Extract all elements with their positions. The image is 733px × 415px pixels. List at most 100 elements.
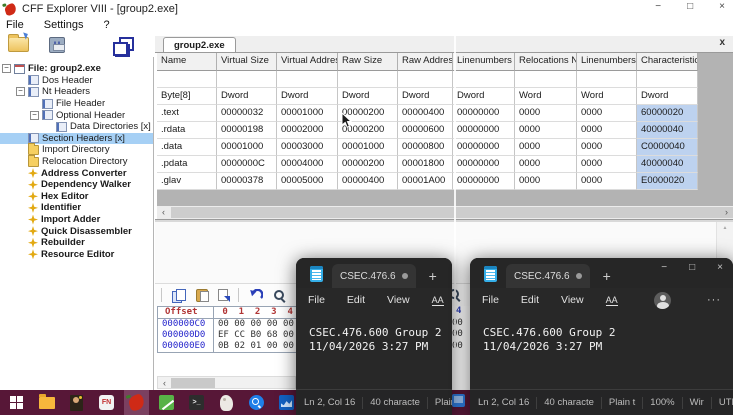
table-cell[interactable]: 60000020 xyxy=(637,105,698,122)
notepad-menu-view[interactable]: View xyxy=(561,294,584,306)
column-header-raw-size[interactable]: Raw Size xyxy=(338,53,398,71)
table-cell[interactable]: 00000400 xyxy=(398,105,453,122)
table-cell[interactable]: 0000 xyxy=(577,105,637,122)
hex-bytes[interactable]: 00 00 00 00 00 0 xyxy=(214,319,305,330)
taskbar-icon-cff-explorer[interactable] xyxy=(124,390,149,415)
undo-icon[interactable] xyxy=(249,288,263,302)
table-cell[interactable]: Dword xyxy=(338,88,398,105)
notepad-menu-view[interactable]: View xyxy=(387,294,410,306)
sidebar-item-optional-header[interactable]: − Optional Header xyxy=(0,109,153,121)
table-cell[interactable]: .pdata xyxy=(157,156,217,173)
table-cell[interactable] xyxy=(453,71,515,88)
save-file-icon[interactable]: H xyxy=(49,36,65,53)
sidebar-item-dependency-walker[interactable]: Dependency Walker xyxy=(0,179,153,191)
column-header-characteristics[interactable]: Characteristics xyxy=(637,53,698,71)
sidebar-item-nt-headers[interactable]: − Nt Headers xyxy=(0,86,153,98)
tree-expander-icon[interactable]: − xyxy=(2,64,11,74)
sidebar-item-section-headers-x[interactable]: Section Headers [x] xyxy=(0,132,153,145)
search-icon[interactable] xyxy=(273,289,285,301)
table-cell[interactable]: 00000400 xyxy=(338,173,398,190)
sidebar-item-file-group2-exe[interactable]: − File: group2.exe xyxy=(0,63,153,75)
hex-horizontal-scrollbar[interactable]: ‹ xyxy=(157,376,296,389)
hex-bytes[interactable]: 0B 02 01 00 00 2 xyxy=(214,341,305,352)
hex-row[interactable]: 000000D0 EF CC B0 68 00 0 xyxy=(158,330,308,341)
table-cell[interactable]: 0000 xyxy=(577,156,637,173)
notepad-menu-edit[interactable]: Edit xyxy=(521,294,539,306)
taskbar-icon-green-editor[interactable] xyxy=(158,390,175,415)
table-cell[interactable]: 00005000 xyxy=(277,173,338,190)
scroll-left-icon[interactable]: ‹ xyxy=(158,377,171,390)
more-options-icon[interactable]: ··· xyxy=(707,294,721,306)
taskbar-icon-white-figure-app[interactable] xyxy=(218,390,235,415)
taskbar-icon-terminal[interactable]: >_ xyxy=(188,390,205,415)
table-cell[interactable]: 0000 xyxy=(515,122,577,139)
sidebar-item-identifier[interactable]: Identifier xyxy=(0,202,153,214)
table-cell[interactable]: Dword xyxy=(637,88,698,105)
table-cell[interactable]: .rdata xyxy=(157,122,217,139)
maximize-button[interactable]: □ xyxy=(689,262,695,273)
table-cell[interactable]: 00001000 xyxy=(217,139,277,156)
maximize-button[interactable]: □ xyxy=(687,1,693,12)
table-cell[interactable]: 0000 xyxy=(515,105,577,122)
column-header-raw-address[interactable]: Raw Address xyxy=(398,53,453,71)
scrollbar-thumb[interactable] xyxy=(171,378,215,388)
scroll-right-icon[interactable]: › xyxy=(720,206,733,219)
table-cell[interactable]: 00000000 xyxy=(453,156,515,173)
column-header-linenumbers[interactable]: Linenumbers ... xyxy=(577,53,637,71)
table-cell[interactable]: E0000020 xyxy=(637,173,698,190)
table-cell[interactable]: 00000800 xyxy=(398,139,453,156)
scrollbar-thumb[interactable] xyxy=(171,207,733,218)
tab-group2-exe[interactable]: group2.exe xyxy=(163,37,236,52)
table-cell[interactable]: 00000200 xyxy=(338,156,398,173)
notepad-text-area[interactable]: CSEC.476.600 Group 2 11/04/2026 3:27 PM xyxy=(470,312,733,354)
table-cell[interactable]: 00000000 xyxy=(453,105,515,122)
fill-icon[interactable] xyxy=(218,289,230,302)
font-settings-icon[interactable]: AA xyxy=(431,295,444,306)
table-cell[interactable]: 00000000 xyxy=(453,173,515,190)
taskbar-icon-monitor-app[interactable] xyxy=(278,390,295,415)
table-cell[interactable]: .text xyxy=(157,105,217,122)
table-cell[interactable]: 40000040 xyxy=(637,156,698,173)
sidebar-item-file-header[interactable]: File Header xyxy=(0,98,153,110)
column-header-name[interactable]: Name xyxy=(157,53,217,71)
table-cell[interactable]: 00002000 xyxy=(277,122,338,139)
paste-icon[interactable] xyxy=(196,288,209,302)
sidebar-item-quick-disassembler[interactable]: Quick Disassembler xyxy=(0,225,153,237)
table-cell[interactable]: 0000 xyxy=(577,122,637,139)
tree-expander-icon[interactable]: − xyxy=(30,110,39,120)
notepad-menu-file[interactable]: File xyxy=(482,294,499,306)
table-cell[interactable]: 00000000 xyxy=(453,139,515,156)
notepad-menu-file[interactable]: File xyxy=(308,294,325,306)
table-cell[interactable]: 0000 xyxy=(577,139,637,156)
cascade-windows-icon[interactable] xyxy=(113,36,134,56)
table-cell[interactable]: 00001A00 xyxy=(398,173,453,190)
table-cell[interactable]: 00000000 xyxy=(453,122,515,139)
sidebar-item-import-directory[interactable]: Import Directory xyxy=(0,142,153,156)
sidebar-item-data-directories-x[interactable]: Data Directories [x] xyxy=(0,121,153,133)
notepad-tab[interactable]: CSEC.476.6 xyxy=(506,264,590,288)
table-cell[interactable] xyxy=(157,71,217,88)
column-header-virtual-address[interactable]: Virtual Address xyxy=(277,53,338,71)
table-cell[interactable]: 00001000 xyxy=(338,139,398,156)
table-horizontal-scrollbar[interactable]: ‹ › xyxy=(157,206,733,219)
new-tab-button[interactable]: + xyxy=(429,269,437,283)
table-cell[interactable]: 0000000C xyxy=(217,156,277,173)
sidebar-item-rebuilder[interactable]: Rebuilder xyxy=(0,237,153,249)
table-cell[interactable] xyxy=(515,71,577,88)
taskbar-icon-blue-window[interactable] xyxy=(452,394,465,407)
hex-bytes[interactable]: EF CC B0 68 00 0 xyxy=(214,330,305,341)
table-cell[interactable]: Word xyxy=(577,88,637,105)
taskbar-icon-blue-search[interactable] xyxy=(248,390,265,415)
table-cell[interactable]: 00004000 xyxy=(277,156,338,173)
minimize-button[interactable]: − xyxy=(655,1,661,12)
table-cell[interactable]: .glav xyxy=(157,173,217,190)
sidebar-item-hex-editor[interactable]: Hex Editor xyxy=(0,191,153,203)
sidebar-item-relocation-directory[interactable]: Relocation Directory xyxy=(0,154,153,168)
sidebar-item-address-converter[interactable]: Address Converter xyxy=(0,167,153,179)
column-header-virtual-size[interactable]: Virtual Size xyxy=(217,53,277,71)
table-cell[interactable] xyxy=(217,71,277,88)
menu-settings[interactable]: Settings xyxy=(44,19,84,31)
sidebar-item-import-adder[interactable]: Import Adder xyxy=(0,214,153,226)
table-cell[interactable]: 00000600 xyxy=(398,122,453,139)
table-cell[interactable]: Dword xyxy=(217,88,277,105)
